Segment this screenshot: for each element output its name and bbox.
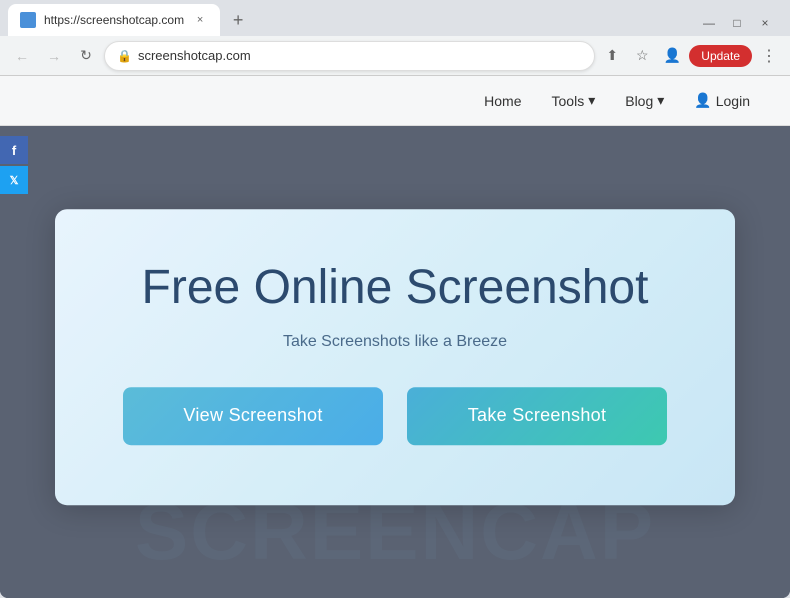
take-screenshot-button[interactable]: Take Screenshot: [407, 387, 667, 445]
window-controls: — □ ×: [696, 14, 782, 32]
update-button[interactable]: Update: [689, 45, 752, 67]
nav-login[interactable]: 👤 Login: [694, 92, 750, 109]
minimize-button[interactable]: —: [696, 14, 722, 32]
tab-favicon: [20, 12, 36, 28]
maximize-button[interactable]: □: [724, 14, 750, 32]
tools-dropdown-icon: ▾: [588, 92, 595, 109]
user-icon: 👤: [694, 92, 711, 109]
social-sidebar: f 𝕏: [0, 136, 28, 194]
profile-icon[interactable]: 👤: [659, 43, 685, 69]
forward-button[interactable]: →: [40, 42, 68, 70]
close-button[interactable]: ×: [752, 14, 778, 32]
hero-card: Free Online Screenshot Take Screenshots …: [55, 209, 735, 505]
browser-tab[interactable]: https://screenshotcap.com ×: [8, 4, 220, 36]
address-actions: ⬆ ☆ 👤 Update ⋮: [599, 43, 782, 69]
menu-button[interactable]: ⋮: [756, 43, 782, 69]
nav-tools[interactable]: Tools ▾: [552, 92, 596, 109]
bookmark-icon[interactable]: ☆: [629, 43, 655, 69]
lock-icon: 🔒: [117, 49, 132, 63]
tab-title: https://screenshotcap.com: [44, 13, 184, 27]
refresh-button[interactable]: ↻: [72, 42, 100, 70]
browser-window: https://screenshotcap.com × + — □ × ← → …: [0, 0, 790, 598]
share-icon[interactable]: ⬆: [599, 43, 625, 69]
hero-title: Free Online Screenshot: [95, 259, 695, 317]
website: Home Tools ▾ Blog ▾ 👤 Login f 𝕏: [0, 76, 790, 598]
blog-dropdown-icon: ▾: [657, 92, 664, 109]
twitter-button[interactable]: 𝕏: [0, 166, 28, 194]
address-bar: ← → ↻ 🔒 screenshotcap.com ⬆ ☆ 👤 Update ⋮: [0, 36, 790, 76]
back-button[interactable]: ←: [8, 42, 36, 70]
url-text: screenshotcap.com: [138, 48, 582, 63]
site-nav: Home Tools ▾ Blog ▾ 👤 Login: [0, 76, 790, 126]
view-screenshot-button[interactable]: View Screenshot: [123, 387, 383, 445]
url-box[interactable]: 🔒 screenshotcap.com: [104, 41, 595, 71]
facebook-button[interactable]: f: [0, 136, 28, 164]
nav-home[interactable]: Home: [484, 93, 521, 109]
browser-content: Home Tools ▾ Blog ▾ 👤 Login f 𝕏: [0, 76, 790, 598]
new-tab-button[interactable]: +: [224, 6, 252, 34]
hero-subtitle: Take Screenshots like a Breeze: [95, 333, 695, 351]
nav-blog[interactable]: Blog ▾: [625, 92, 664, 109]
tab-close-button[interactable]: ×: [192, 12, 208, 28]
hero-buttons: View Screenshot Take Screenshot: [95, 387, 695, 445]
tab-bar: https://screenshotcap.com × + — □ ×: [0, 0, 790, 36]
